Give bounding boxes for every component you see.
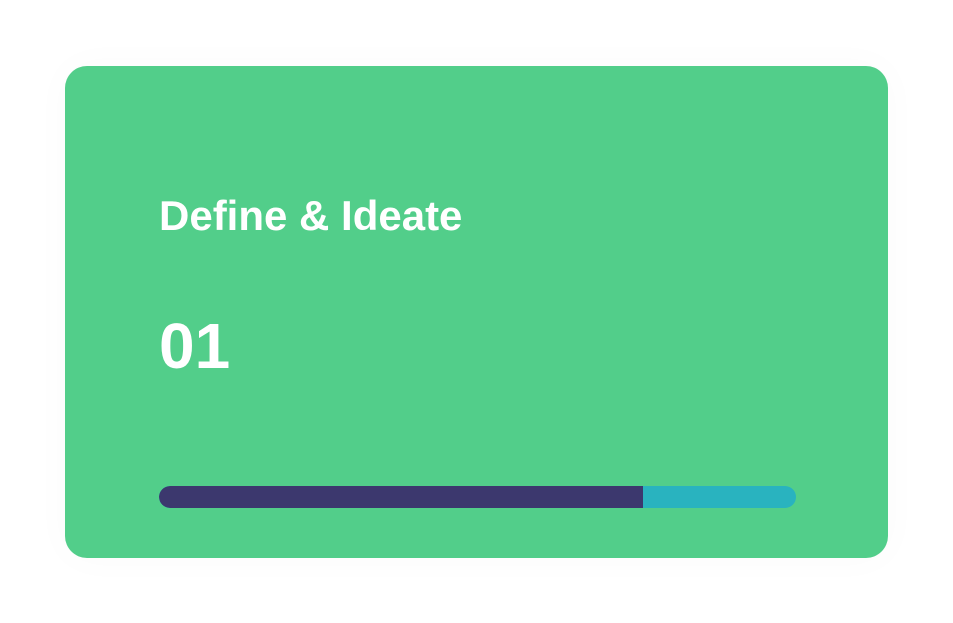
- progress-bar-fill: [159, 486, 644, 508]
- step-number: 01: [159, 310, 231, 382]
- step-card: Define & Ideate 01: [65, 66, 888, 558]
- progress-bar: [159, 486, 796, 508]
- card-title: Define & Ideate: [159, 192, 463, 239]
